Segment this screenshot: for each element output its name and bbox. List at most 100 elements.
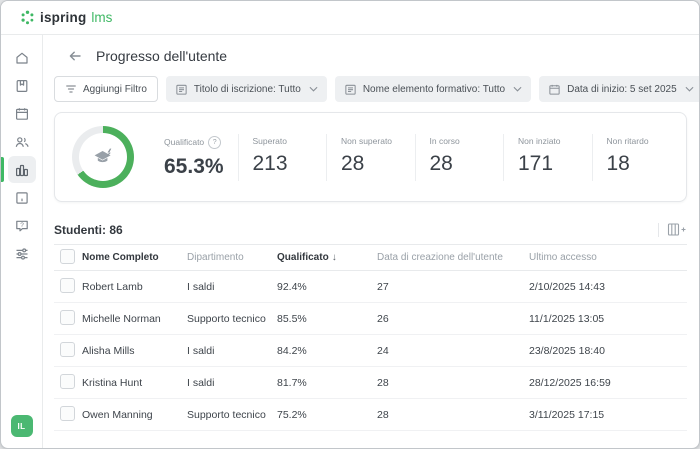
- page-title: Progresso dell'utente: [96, 48, 227, 64]
- cell-qualified: 85.5%: [277, 313, 377, 325]
- column-header-name[interactable]: Nome Completo: [82, 252, 187, 263]
- main-content: Progresso dell'utente Aggiungi Filtro Ti…: [43, 35, 699, 448]
- column-header-created[interactable]: Data di creazione dell'utente: [377, 252, 529, 263]
- sidebar-item-library[interactable]: [8, 72, 36, 99]
- filter-icon: [65, 83, 77, 95]
- help-icon[interactable]: ?: [208, 136, 221, 149]
- cell-qualified: 92.4%: [277, 281, 377, 293]
- ispring-spark-icon: [20, 10, 35, 25]
- summary-card: Qualificato ? 65.3% Superato 213 Non sup…: [54, 112, 687, 202]
- back-button[interactable]: [67, 48, 83, 64]
- students-count-title: Studenti: 86: [54, 223, 123, 237]
- home-icon: [14, 50, 30, 66]
- stat-label: In corso: [430, 136, 460, 146]
- gradebook-icon: [14, 190, 30, 206]
- stat-value: 18: [607, 152, 677, 176]
- add-filter-button[interactable]: Aggiungi Filtro: [54, 76, 158, 102]
- cell-qualified: 75.2%: [277, 409, 377, 421]
- qualified-donut: [72, 126, 134, 188]
- row-checkbox[interactable]: [60, 310, 75, 325]
- cell-last-access: 28/12/2025 16:59: [529, 377, 687, 389]
- stat-value: 28: [341, 152, 411, 176]
- bar-chart-icon: [14, 162, 30, 178]
- learning-item-filter-label: Nome elemento formativo: Tutto: [363, 84, 505, 95]
- cell-department: I saldi: [187, 345, 277, 357]
- stat-label: Non superato: [341, 136, 392, 146]
- sidebar-item-help[interactable]: ?: [8, 212, 36, 239]
- stat-label: Qualificato: [164, 137, 204, 147]
- cell-created: 26: [377, 313, 529, 325]
- app-window: ispring lms: [0, 0, 700, 449]
- ispring-logo[interactable]: ispring lms: [20, 10, 112, 25]
- sidebar-item-home[interactable]: [8, 44, 36, 71]
- cell-department: I saldi: [187, 281, 277, 293]
- cell-name: Kristina Hunt: [82, 377, 187, 389]
- cell-created: 24: [377, 345, 529, 357]
- cell-created: 28: [377, 409, 529, 421]
- stat-value: 171: [518, 152, 588, 176]
- chevron-down-icon: [309, 86, 318, 92]
- sidebar-item-settings[interactable]: [8, 240, 36, 267]
- table-row[interactable]: Kristina HuntI saldi81.7%2828/12/2025 16…: [54, 367, 687, 399]
- calendar-icon: [548, 83, 561, 96]
- divider: [658, 223, 659, 237]
- cell-department: Supporto tecnico: [187, 313, 277, 325]
- stat-label: Non inziato: [518, 136, 561, 146]
- stat-failed: Non superato 28: [326, 134, 415, 181]
- chevron-down-icon: [685, 86, 694, 92]
- sidebar-item-gradebook[interactable]: [8, 184, 36, 211]
- cell-name: Robert Lamb: [82, 281, 187, 293]
- stat-value: 65.3%: [164, 155, 234, 179]
- graduation-cap-icon: [91, 145, 115, 169]
- start-date-filter[interactable]: Data di inizio: 5 set 2025: [539, 76, 699, 102]
- svg-text:?: ?: [20, 222, 24, 229]
- enrollment-title-filter[interactable]: Titolo di iscrizione: Tutto: [166, 76, 327, 102]
- table-row[interactable]: Michelle NormanSupporto tecnico85.5%2611…: [54, 303, 687, 335]
- row-checkbox[interactable]: [60, 374, 75, 389]
- table-header: Nome Completo Dipartimento Qualificato↓ …: [54, 244, 687, 271]
- row-checkbox[interactable]: [60, 342, 75, 357]
- top-bar: ispring lms: [1, 1, 699, 35]
- brand-suffix: lms: [91, 10, 112, 25]
- add-filter-label: Aggiungi Filtro: [83, 84, 147, 95]
- select-all-checkbox[interactable]: [60, 249, 75, 264]
- row-checkbox[interactable]: [60, 278, 75, 293]
- sidebar-item-calendar[interactable]: [8, 100, 36, 127]
- column-header-last-access[interactable]: Ultimo accesso: [529, 252, 687, 263]
- stat-overdue: Non ritardo 18: [592, 134, 681, 181]
- cell-name: Alisha Mills: [82, 345, 187, 357]
- learning-item-icon: [344, 83, 357, 96]
- stat-not-started: Non inziato 171: [503, 134, 592, 181]
- user-avatar[interactable]: IL: [11, 415, 33, 437]
- stat-label: Non ritardo: [607, 136, 649, 146]
- students-table-section: Studenti: 86 Nome Completo Dipartimento: [54, 222, 687, 431]
- table-row[interactable]: Robert LambI saldi92.4%272/10/2025 14:43: [54, 271, 687, 303]
- table-row[interactable]: Owen ManningSupporto tecnico75.2%283/11/…: [54, 399, 687, 431]
- sort-desc-icon: ↓: [332, 252, 337, 263]
- manage-columns-button[interactable]: [667, 222, 687, 237]
- cell-created: 28: [377, 377, 529, 389]
- column-header-department[interactable]: Dipartimento: [187, 252, 277, 263]
- users-icon: [14, 134, 30, 150]
- column-header-qualified[interactable]: Qualificato↓: [277, 252, 377, 263]
- table-row[interactable]: Alisha MillsI saldi84.2%2423/8/2025 18:4…: [54, 335, 687, 367]
- cell-last-access: 23/8/2025 18:40: [529, 345, 687, 357]
- stat-value: 213: [253, 152, 323, 176]
- row-checkbox[interactable]: [60, 406, 75, 421]
- calendar-icon: [14, 106, 30, 122]
- stat-label: Superato: [253, 136, 288, 146]
- cell-last-access: 11/1/2025 13:05: [529, 313, 687, 325]
- columns-plus-icon: [667, 222, 687, 237]
- sidebar-item-reports[interactable]: [8, 156, 36, 183]
- sidebar-item-users[interactable]: [8, 128, 36, 155]
- help-chat-icon: ?: [14, 218, 30, 234]
- stat-qualified: Qualificato ? 65.3%: [150, 134, 238, 181]
- stat-in-progress: In corso 28: [415, 134, 504, 181]
- table-body: Robert LambI saldi92.4%272/10/2025 14:43…: [54, 271, 687, 431]
- cell-department: I saldi: [187, 377, 277, 389]
- learning-item-filter[interactable]: Nome elemento formativo: Tutto: [335, 76, 531, 102]
- sliders-icon: [14, 246, 30, 262]
- sidebar: ? IL: [1, 35, 43, 448]
- enrollment-icon: [175, 83, 188, 96]
- cell-department: Supporto tecnico: [187, 409, 277, 421]
